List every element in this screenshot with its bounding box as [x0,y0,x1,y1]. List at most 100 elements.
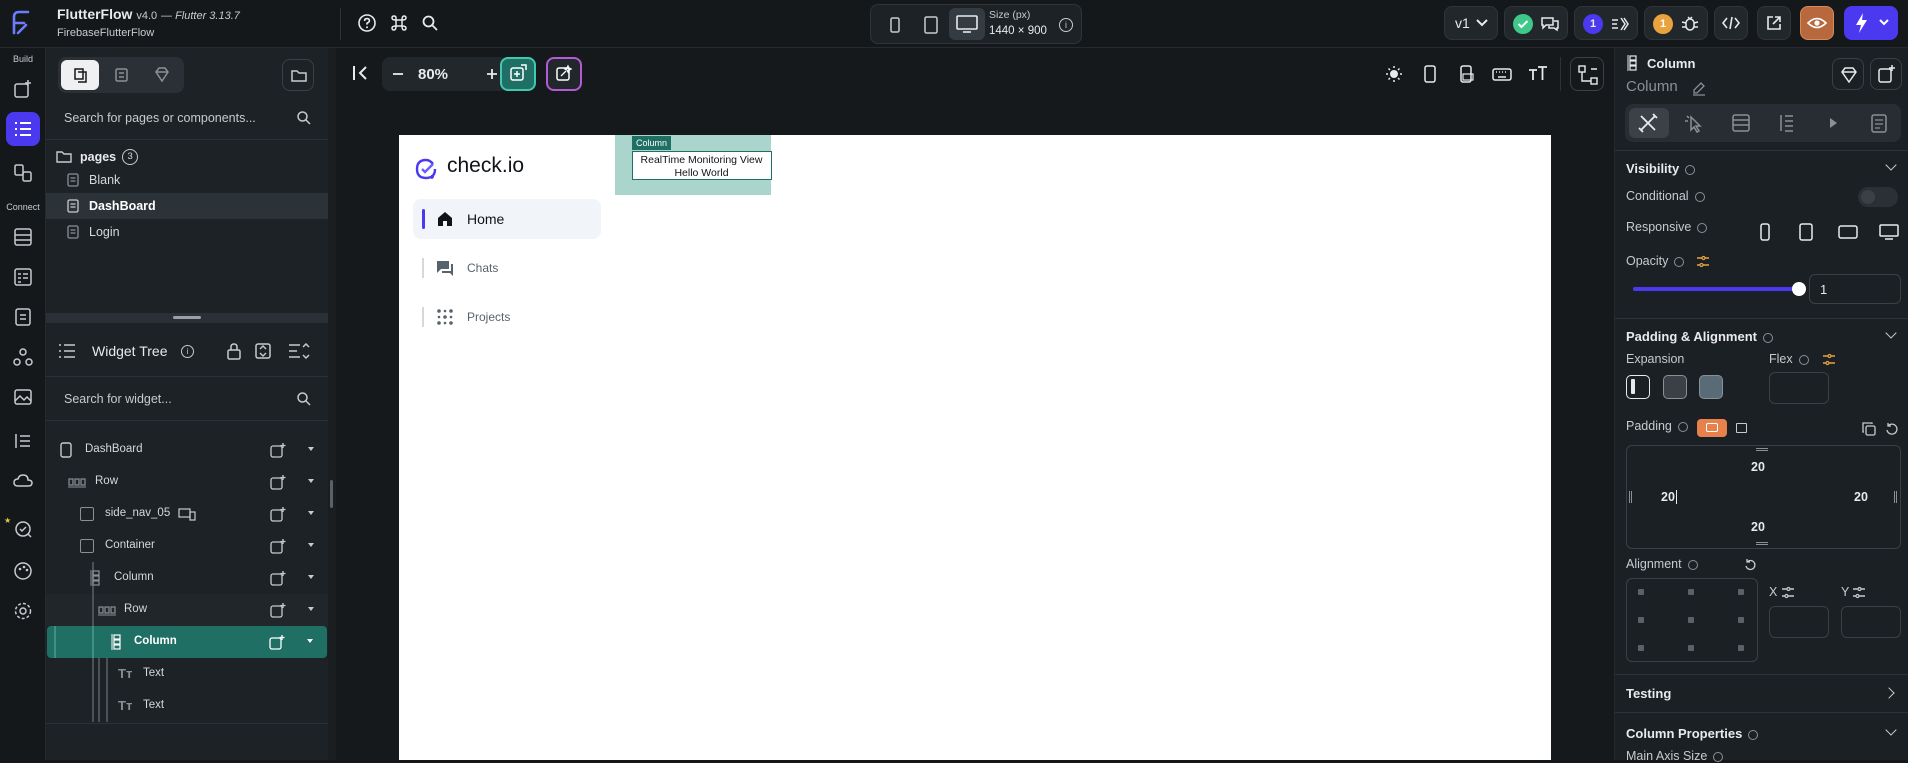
widget-tree-icon[interactable] [6,112,40,146]
add-child-icon[interactable] [270,474,286,490]
phone-visibility-icon[interactable] [1755,222,1775,242]
copy-icon[interactable] [1861,421,1877,437]
open-external-icon[interactable] [1757,6,1791,40]
expansion-flexible-option[interactable] [1663,375,1687,399]
components-icon[interactable] [6,156,40,190]
convert-component-button[interactable] [1870,58,1902,90]
desktop-device-icon[interactable] [949,8,985,40]
database-icon[interactable] [6,220,40,254]
widget-name[interactable]: Column [1626,78,1678,95]
info-icon[interactable] [1762,332,1773,343]
edit-pencil-icon[interactable] [1691,80,1707,96]
add-widget-icon[interactable] [6,72,40,106]
media-assets-icon[interactable] [6,380,40,414]
add-child-icon[interactable] [270,570,286,586]
theme-icon[interactable] [6,554,40,588]
add-child-icon[interactable] [270,602,286,618]
tab-generate-children[interactable] [1767,108,1807,138]
variable-icon[interactable] [1852,586,1866,600]
app-state-icon[interactable] [6,300,40,334]
users-badge[interactable]: 1 [1583,14,1603,34]
caret-icon[interactable] [307,639,313,643]
caret-icon[interactable] [308,511,314,515]
align-dot[interactable] [1738,645,1744,651]
info-icon[interactable] [1694,191,1705,202]
nav-item-home[interactable]: Home [413,199,601,239]
chevron-down-icon[interactable] [1885,724,1897,736]
light-mode-icon[interactable] [1382,59,1406,89]
desktop-visibility-icon[interactable] [1878,222,1900,242]
page-search-input[interactable]: Search for pages or components... [54,103,320,133]
run-button[interactable] [1844,6,1898,40]
padding-section-title[interactable]: Padding & Alignment [1626,329,1773,344]
page-item-dashboard[interactable]: DashBoard [46,193,328,219]
nav-item-chats[interactable]: Chats [413,248,601,288]
opacity-slider[interactable] [1633,282,1806,296]
zoom-in-icon[interactable] [484,66,500,82]
text-scale-icon[interactable] [1526,59,1550,89]
widget-search-input[interactable]: Search for widget... [54,384,320,414]
panel-resize-bar[interactable] [328,48,336,760]
tree-node-column[interactable]: Column [46,562,328,594]
zoom-level[interactable]: 80% [418,66,448,83]
code-icon[interactable] [1714,6,1748,40]
testing-title[interactable]: Testing [1626,686,1671,701]
align-dot[interactable] [1738,617,1744,623]
info-icon[interactable] [1674,256,1685,267]
tree-node-dashboard[interactable]: DashBoard [46,434,328,466]
cloud-functions-icon[interactable] [6,464,40,498]
flutterflow-logo-icon[interactable] [8,7,34,37]
tab-documentation[interactable] [1859,108,1899,138]
chevron-down-icon[interactable] [1885,159,1897,171]
flex-input[interactable] [1769,372,1829,404]
keyboard-icon[interactable] [1490,59,1514,89]
branch-selector[interactable]: v1 [1444,6,1498,40]
info-icon[interactable] [1713,751,1724,762]
tree-node-row-inner[interactable]: Row [46,594,328,626]
caret-icon[interactable] [308,543,314,547]
variable-icon[interactable] [1696,255,1710,269]
expansion-expanded-option[interactable] [1699,375,1723,399]
preview-eye-icon[interactable] [1800,6,1834,40]
reset-icon[interactable] [1884,421,1900,437]
conditional-toggle[interactable] [1858,187,1898,207]
add-child-icon[interactable] [270,538,286,554]
padding-all-sides-toggle[interactable] [1697,419,1727,437]
align-y-input[interactable] [1841,606,1901,638]
text-hello-world[interactable]: Hello World [633,167,770,179]
visibility-section-title[interactable]: Visibility [1626,161,1696,176]
column-props-section-title[interactable]: Column Properties [1626,726,1759,741]
storyboard-icon[interactable] [6,424,40,458]
selected-column[interactable]: RealTime Monitoring View Hello World [632,151,772,180]
agent-icon[interactable] [1609,14,1631,34]
tablet-landscape-visibility-icon[interactable] [1837,222,1859,242]
widget-palette-toggle[interactable] [1570,57,1604,91]
filter-icon[interactable] [288,343,310,359]
integrations-icon[interactable] [6,340,40,374]
text-realtime-monitoring[interactable]: RealTime Monitoring View [633,154,770,166]
tab-properties[interactable] [1629,108,1669,138]
device-frame-icon[interactable] [1418,59,1442,89]
agent-builder-icon[interactable] [6,512,40,546]
tree-node-text[interactable]: Tт Text [46,658,328,690]
bug-icon[interactable] [1679,14,1701,34]
settings-gear-icon[interactable] [6,594,40,628]
add-child-icon[interactable] [269,634,285,650]
ai-gen-button[interactable] [546,57,582,91]
check-status-icon[interactable] [1513,14,1533,34]
tree-node-side-nav[interactable]: side_nav_05 [46,498,328,530]
size-value[interactable]: 1440 × 900 [989,25,1047,37]
zoom-out-icon[interactable] [390,66,406,82]
tab-animations[interactable] [1813,108,1853,138]
tab-actions[interactable] [1675,108,1715,138]
chevron-down-icon[interactable] [1885,327,1897,339]
variable-icon[interactable] [1822,353,1836,367]
mobile-device-icon[interactable] [883,13,907,37]
add-child-icon[interactable] [270,506,286,522]
nav-item-projects[interactable]: Projects [413,297,601,337]
save-library-button[interactable] [1832,58,1864,90]
tab-pages[interactable] [61,60,99,90]
caret-icon[interactable] [308,575,314,579]
padding-left-value[interactable]: 20 [1661,490,1677,504]
project-name[interactable]: FirebaseFlutterFlow [57,27,154,39]
